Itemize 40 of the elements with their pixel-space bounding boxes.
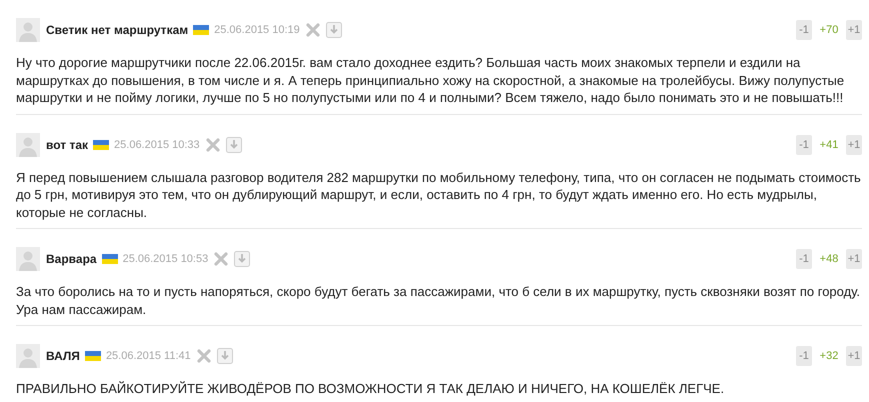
close-icon[interactable]	[214, 252, 228, 266]
vote-up-button[interactable]: +1	[846, 20, 862, 40]
vote-down-button[interactable]: -1	[796, 249, 812, 269]
download-icon[interactable]	[326, 22, 342, 38]
rating-score: +70	[818, 24, 840, 36]
comment-date: 25.06.2015 10:19	[214, 24, 300, 36]
download-icon[interactable]	[216, 348, 233, 364]
vote-up-button[interactable]: +1	[846, 134, 862, 154]
comment-text: Ну что дорогие маршрутчики после 22.06.2015г. вам стало доходнее ездить? Большая часть моих знакомых терпели и ездили на маршрутках до повышения, в том числе и я. А теперь принципиально хожу на скоростной, а знакомые на тролейбусы. Вижу полупустые маршрутки и не пойму логики, лучше по 5 но полупустыми или по 4 и полными? Всем тяжело, надо было понимать это и не повышать!!!	[16, 54, 846, 106]
rating-score: +32	[818, 350, 840, 362]
vote-up-button[interactable]: +1	[846, 249, 862, 269]
flag-icon	[102, 254, 118, 264]
vote-down-button[interactable]: -1	[796, 20, 812, 40]
author-name[interactable]: вот так	[46, 138, 88, 152]
close-icon[interactable]	[306, 23, 320, 37]
author-name[interactable]: ВАЛЯ	[46, 349, 80, 363]
author-name[interactable]: Светик нет маршруткам	[46, 23, 188, 37]
download-icon[interactable]	[226, 136, 242, 152]
avatar-icon	[16, 18, 40, 42]
avatar-icon	[16, 132, 40, 156]
vote-down-button[interactable]: -1	[796, 346, 812, 366]
avatar-icon	[16, 247, 40, 271]
vote-down-button[interactable]: -1	[796, 134, 812, 154]
flag-icon	[193, 25, 210, 35]
comment-date: 25.06.2015 11:41	[106, 350, 191, 362]
comment-date: 25.06.2015 10:33	[114, 138, 200, 150]
close-icon[interactable]	[196, 349, 211, 363]
comment-date: 25.06.2015 10:53	[122, 253, 208, 265]
comment-text: Я перед повышением слышала разговор водителя 282 маршрутки по мобильному телефону, типа, что он согласен не подымать стоимость до 5 грн, мотивируя это тем, что он дублирующий маршрут, и если, оставить по 4 грн, то будут ждать именно его. Но есть мудрылы, которые не согласны.	[16, 168, 862, 221]
comment-text: За что боролись на то и пусть напоряться, скоро будут бегать за пассажирами, что б сели в их маршрутку, пусть сквозняки возят по городу. Ура нам пассажирам.	[16, 283, 861, 318]
rating-score: +48	[818, 253, 840, 265]
rating-score: +41	[818, 138, 840, 150]
flag-icon	[93, 140, 110, 150]
flag-icon	[84, 351, 101, 361]
author-name[interactable]: Варвара	[46, 252, 97, 266]
avatar-icon	[16, 344, 40, 368]
comment-text: ПРАВИЛЬНО БАЙКОТИРУЙТЕ ЖИВОДЁРОВ ПО ВОЗМОЖНОСТИ Я ТАК ДЕЛАЮ И НИЧЕГО, НА КОШЕЛЁК ЛЕГЧЕ.	[16, 380, 726, 398]
download-icon[interactable]	[234, 251, 250, 267]
close-icon[interactable]	[206, 138, 220, 152]
vote-up-button[interactable]: +1	[846, 346, 862, 366]
